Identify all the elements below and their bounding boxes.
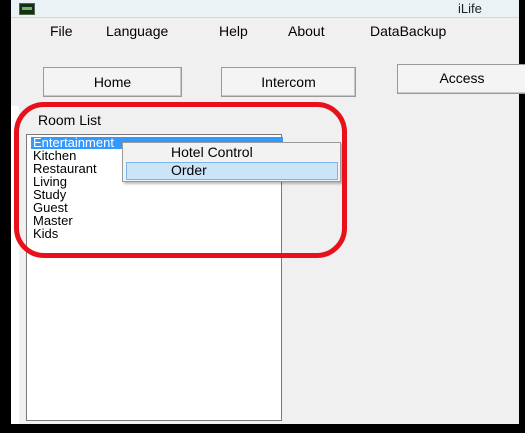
window-title: iLife (458, 1, 482, 16)
home-button[interactable]: Home (43, 67, 182, 97)
app-icon (19, 3, 35, 15)
context-menu: Hotel Control Order (122, 142, 341, 182)
menu-about[interactable]: About (288, 23, 325, 39)
menu-language[interactable]: Language (106, 23, 168, 39)
room-item-master[interactable]: Master (33, 214, 281, 227)
menu-databackup[interactable]: DataBackup (370, 23, 446, 39)
context-item-order[interactable]: Order (171, 162, 207, 178)
menu-file[interactable]: File (50, 23, 73, 39)
context-item-highlight (126, 162, 338, 180)
menu-help[interactable]: Help (219, 23, 248, 39)
room-item-kids[interactable]: Kids (33, 227, 281, 240)
intercom-button[interactable]: Intercom (221, 67, 356, 97)
access-button[interactable]: Access (397, 64, 525, 94)
room-list-label: Room List (38, 112, 102, 128)
window-frame-bottom (0, 424, 525, 433)
title-bar (11, 0, 519, 18)
room-item-study[interactable]: Study (33, 188, 281, 201)
window-frame-left (0, 0, 11, 433)
context-item-hotel-control[interactable]: Hotel Control (171, 144, 253, 160)
